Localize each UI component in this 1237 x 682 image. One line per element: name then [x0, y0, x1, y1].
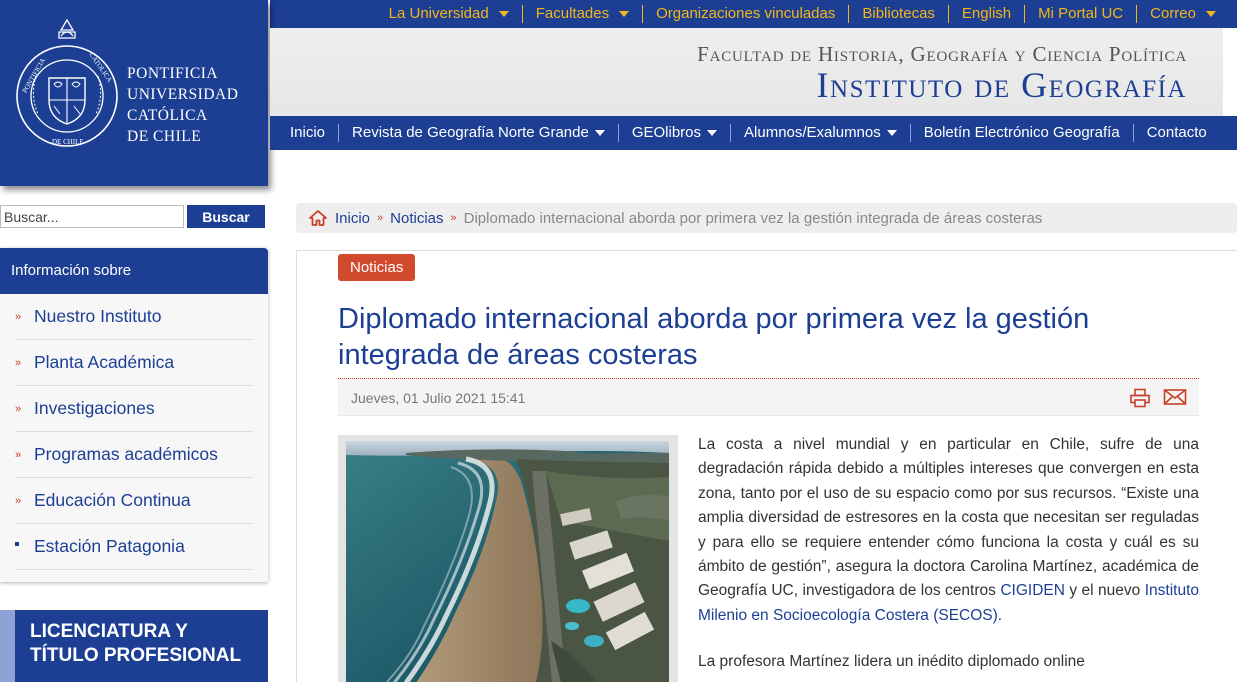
main-nav-label: Inicio [290, 124, 326, 141]
article-title: Diplomado internacional aborda por prime… [338, 303, 1090, 371]
article: Noticias Diplomado internacional aborda … [296, 250, 1237, 682]
licenciatura-promo[interactable]: LICENCIATURA Y TÍTULO PROFESIONAL [0, 610, 268, 682]
university-name: PONTIFICIA UNIVERSIDAD CATÓLICA DE CHILE [127, 63, 238, 147]
breadcrumb-section[interactable]: Noticias [390, 210, 443, 227]
top-nav-label: Mi Portal UC [1038, 5, 1124, 22]
breadcrumb-home[interactable]: Inicio [335, 210, 370, 227]
breadcrumb-separator: » [377, 212, 384, 224]
top-nav-label: Facultades [535, 5, 610, 22]
main-nav-label: GEOlibros [631, 124, 702, 141]
header-banner: Facultad de Historia, Geografía y Cienci… [270, 28, 1223, 116]
cigiden-link[interactable]: CIGIDEN [1000, 582, 1065, 599]
top-utility-bar: La Universidad Facultades Organizaciones v… [270, 0, 1237, 28]
main-nav-contacto[interactable]: Contacto [1132, 124, 1220, 142]
breadcrumb-current: Diplomado internacional aborda por prime… [463, 209, 1043, 227]
svg-text:CATOLICA: CATOLICA [87, 51, 113, 84]
search-input[interactable] [0, 205, 184, 228]
chevron-down-icon [1206, 11, 1216, 17]
chevron-down-icon [498, 11, 509, 17]
bullet-icon [15, 541, 19, 546]
institute-name[interactable]: Instituto de Geografía [817, 64, 1187, 106]
sidebar-heading: Información sobre [0, 248, 268, 294]
sidebar-list: » Nuestro Instituto » Planta Académica » Inve… [0, 294, 268, 570]
sidebar-item-label: Nuestro Instituto [34, 306, 162, 326]
double-chevron-icon: » [15, 402, 22, 415]
double-chevron-icon: » [15, 448, 22, 461]
sidebar-item-label: Educación Continua [34, 490, 191, 510]
chevron-down-icon [886, 130, 897, 136]
article-body: La costa a nivel mundial y en particular… [698, 433, 1199, 682]
article-meta: Jueves, 01 Julio 2021 15:41 [338, 378, 1199, 416]
main-nav-inicio[interactable]: Inicio [270, 124, 338, 142]
sidebar-item-investigaciones[interactable]: » Investigaciones [15, 386, 253, 432]
university-seal-icon: PONTIFICIA CATOLICA DE CHILE [16, 18, 118, 147]
sidebar-item-label: Estación Patagonia [34, 536, 185, 556]
main-nav-boletin-electronico-geografia[interactable]: Boletín Electrónico Geografía [909, 124, 1133, 142]
sidebar-item-educacion-continua[interactable]: » Educación Continua [15, 478, 253, 524]
main-nav-label: Boletín Electrónico Geografía [923, 124, 1120, 141]
coastline-aerial-photo[interactable] [346, 441, 669, 682]
paragraph-text: La costa a nivel mundial y en particular… [698, 436, 1199, 600]
main-nav-label: Contacto [1146, 124, 1207, 141]
top-nav-facultades[interactable]: Facultades [521, 5, 642, 23]
article-date: Jueves, 01 Julio 2021 15:41 [351, 390, 526, 406]
top-nav-label: Bibliotecas [862, 5, 935, 22]
main-nav-geolibros[interactable]: GEOlibros [617, 124, 730, 142]
article-paragraph: La costa a nivel mundial y en particular… [698, 433, 1199, 628]
top-nav-english[interactable]: English [947, 5, 1024, 23]
double-chevron-icon: » [15, 356, 22, 369]
logo-line-2: UNIVERSIDAD [127, 86, 239, 103]
main-nav-revista-de-geografia-norte-grande[interactable]: Revista de Geografía Norte Grande [338, 124, 618, 142]
sidebar-item-label: Investigaciones [34, 398, 155, 418]
breadcrumb-separator: » [450, 212, 457, 224]
sidebar-item-label: Planta Académica [34, 352, 175, 372]
top-nav-mi-portal-uc[interactable]: Mi Portal UC [1024, 5, 1136, 23]
logo-line-4: DE CHILE [127, 128, 202, 145]
article-paragraph: La profesora Martínez lidera un inédito … [698, 653, 1085, 671]
chevron-down-icon [707, 130, 718, 136]
top-nav-bibliotecas[interactable]: Bibliotecas [848, 5, 948, 23]
sidebar-info-box: Información sobre » Nuestro Instituto » Pla… [0, 248, 268, 582]
article-image-frame [338, 435, 678, 682]
email-icon[interactable] [1163, 388, 1187, 411]
top-nav-correo[interactable]: Correo [1136, 5, 1229, 23]
top-nav-label: La Universidad [388, 5, 489, 22]
sidebar-item-nuestro-instituto[interactable]: » Nuestro Instituto [15, 294, 253, 340]
logo-line-3: CATÓLICA [127, 107, 208, 124]
category-tag[interactable]: Noticias [338, 254, 416, 281]
main-nav-label: Alumnos/Exalumnos [744, 124, 881, 141]
top-nav-la-universidad[interactable]: La Universidad [376, 5, 522, 23]
home-icon[interactable] [309, 210, 327, 226]
search-button[interactable]: Buscar [187, 205, 265, 228]
sidebar-item-label: Programas académicos [34, 444, 218, 464]
double-chevron-icon: » [15, 494, 22, 507]
sidebar-item-estacion-patagonia[interactable]: Estación Patagonia [15, 524, 253, 570]
sidebar-item-programas-academicos[interactable]: » Programas académicos [15, 432, 253, 478]
top-nav-label: Organizaciones vinculadas [656, 5, 836, 22]
main-nav-alumnos-exalumnos[interactable]: Alumnos/Exalumnos [730, 124, 910, 142]
promo-line-1: LICENCIATURA Y [30, 621, 188, 642]
promo-line-2: TÍTULO PROFESIONAL [30, 645, 242, 666]
top-nav-label: English [961, 5, 1012, 22]
double-chevron-icon: » [15, 310, 22, 323]
chevron-down-icon [619, 11, 630, 17]
top-nav-label: Correo [1150, 5, 1196, 22]
sidebar-item-planta-academica[interactable]: » Planta Académica [15, 340, 253, 386]
main-nav-label: Revista de Geografía Norte Grande [352, 124, 589, 141]
breadcrumb: Inicio » Noticias » Diplomado internacio… [296, 203, 1237, 233]
main-nav: Inicio Revista de Geografía Norte Grande G… [270, 116, 1237, 150]
paragraph-text: y el nuevo [1064, 582, 1145, 600]
svg-text:DE CHILE: DE CHILE [52, 138, 84, 146]
print-icon[interactable] [1129, 388, 1151, 411]
chevron-down-icon [594, 130, 605, 136]
top-nav-organizaciones-vinculadas[interactable]: Organizaciones vinculadas [642, 5, 848, 23]
logo-line-1: PONTIFICIA [127, 65, 219, 82]
top-nav: La Universidad Facultades Organizaciones v… [376, 0, 1229, 28]
university-logo[interactable]: PONTIFICIA CATOLICA DE CHILE PONTIFICIA … [0, 0, 268, 186]
